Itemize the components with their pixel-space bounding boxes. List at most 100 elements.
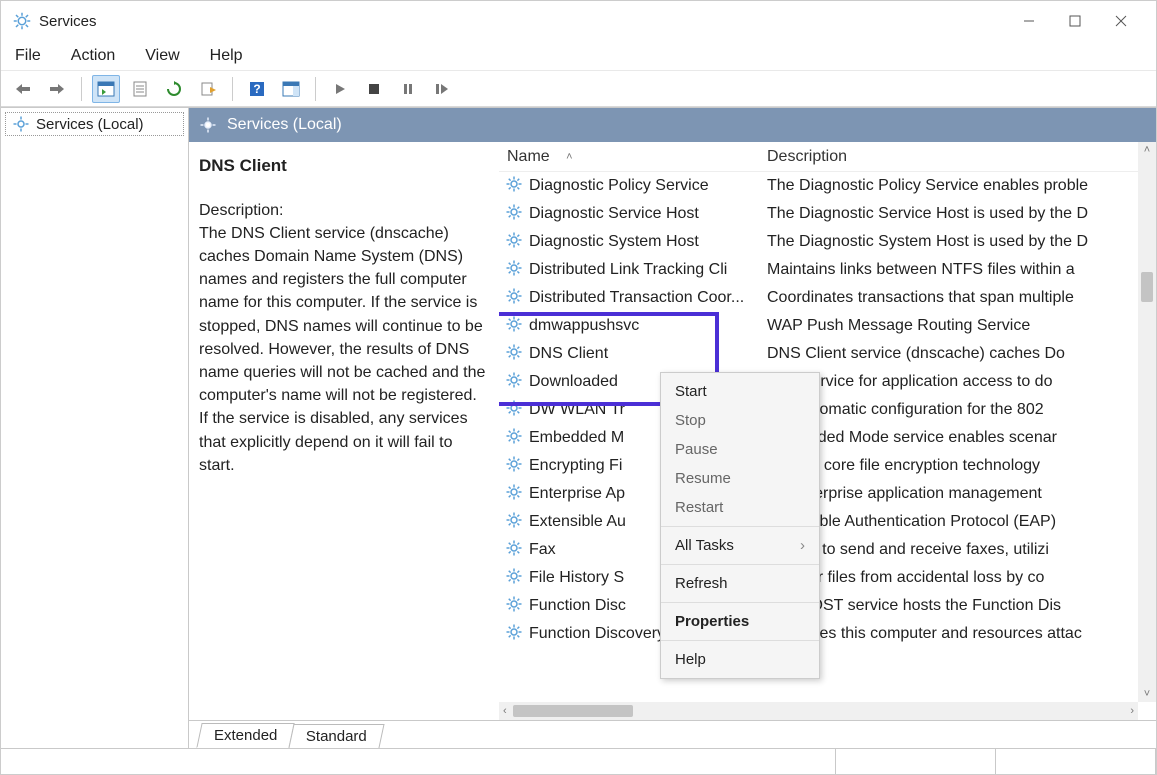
ctx-stop[interactable]: Stop (661, 406, 819, 435)
service-row[interactable]: Extensible AuExtensible Authentication P… (499, 508, 1156, 536)
panel-header-title: Services (Local) (227, 116, 342, 134)
gear-icon (505, 427, 523, 450)
tab-extended[interactable]: Extended (196, 723, 295, 748)
service-row[interactable]: Diagnostic System HostThe Diagnostic Sys… (499, 228, 1156, 256)
tree-item-services-local[interactable]: Services (Local) (5, 112, 184, 136)
toolbar: ? (1, 71, 1156, 107)
service-name: Downloaded (529, 373, 618, 391)
service-name: Fax (529, 541, 556, 559)
service-row[interactable]: Diagnostic Service HostThe Diagnostic Se… (499, 200, 1156, 228)
close-button[interactable] (1098, 6, 1144, 36)
service-row[interactable]: Faxles you to send and receive faxes, ut… (499, 536, 1156, 564)
tab-standard[interactable]: Standard (289, 724, 385, 748)
scroll-down-icon[interactable]: ˅ (1144, 688, 1150, 700)
service-row[interactable]: Function Discovery Resourc...Publishes t… (499, 620, 1156, 648)
panel-header: Services (Local) (189, 108, 1156, 142)
service-description: The Diagnostic Service Host is used by t… (759, 205, 1156, 223)
service-row[interactable]: Function DiscFDPHOST service hosts the F… (499, 592, 1156, 620)
service-row[interactable]: Encrypting Fides the core file encryptio… (499, 452, 1156, 480)
ctx-restart[interactable]: Restart (661, 493, 819, 522)
context-menu: Start Stop Pause Resume Restart All Task… (660, 372, 820, 679)
scroll-left-icon[interactable]: ‹ (503, 705, 507, 717)
service-row[interactable]: Distributed Transaction Coor...Coordinat… (499, 284, 1156, 312)
gear-icon (505, 455, 523, 478)
service-row[interactable]: Enterprise Aples enterprise application … (499, 480, 1156, 508)
properties-button[interactable] (126, 75, 154, 103)
service-row[interactable]: DW WLAN Trdes automatic configuration fo… (499, 396, 1156, 424)
ctx-resume[interactable]: Resume (661, 464, 819, 493)
gear-icon (12, 115, 30, 133)
service-row[interactable]: Diagnostic Policy ServiceThe Diagnostic … (499, 172, 1156, 200)
ctx-properties[interactable]: Properties (661, 607, 819, 636)
gear-icon (505, 259, 523, 282)
service-row[interactable]: Embedded MEmbedded Mode service enables … (499, 424, 1156, 452)
maximize-button[interactable] (1052, 6, 1098, 36)
stop-service-button[interactable] (360, 75, 388, 103)
service-name: DNS Client (529, 345, 608, 363)
menu-file[interactable]: File (11, 43, 45, 69)
scroll-thumb[interactable] (513, 705, 633, 717)
ctx-pause[interactable]: Pause (661, 435, 819, 464)
ctx-start[interactable]: Start (661, 377, 819, 406)
svg-text:?: ? (253, 82, 260, 96)
rows-container[interactable]: Diagnostic Policy Service The Diagnostic … (499, 172, 1156, 720)
restart-service-button[interactable] (428, 75, 456, 103)
action-pane-button[interactable] (277, 75, 305, 103)
ctx-help[interactable]: Help (661, 645, 819, 674)
column-name[interactable]: Name ˄ (499, 148, 759, 166)
show-hide-tree-button[interactable] (92, 75, 120, 103)
column-description[interactable]: Description (759, 148, 1156, 166)
service-name: dmwappushsvc (529, 317, 639, 335)
service-row[interactable]: File History Scts user files from accide… (499, 564, 1156, 592)
statusbar (1, 748, 1156, 774)
menu-action[interactable]: Action (67, 43, 119, 69)
service-row[interactable]: DNS ClientDNS Client service (dnscache) … (499, 340, 1156, 368)
service-name: Enterprise Ap (529, 485, 625, 503)
menubar: File Action View Help (1, 41, 1156, 71)
gear-icon (505, 371, 523, 394)
service-row[interactable]: dmwappushsvcWAP Push Message Routing Ser… (499, 312, 1156, 340)
console-tree[interactable]: Services (Local) (1, 108, 189, 748)
service-name: Distributed Transaction Coor... (529, 289, 744, 307)
main-split: Services (Local) Services (Local) DNS Cl… (1, 107, 1156, 748)
gear-icon (505, 567, 523, 590)
column-headers[interactable]: Name ˄ Description (499, 142, 1156, 172)
ctx-refresh[interactable]: Refresh (661, 569, 819, 598)
window-title: Services (39, 13, 97, 30)
start-service-button[interactable] (326, 75, 354, 103)
service-name: Distributed Link Tracking Cli (529, 261, 727, 279)
services-list: Name ˄ Description Diagnostic Policy Ser… (499, 142, 1156, 720)
pause-service-button[interactable] (394, 75, 422, 103)
service-name: Encrypting Fi (529, 457, 622, 475)
service-name: Embedded M (529, 429, 624, 447)
menu-help[interactable]: Help (206, 43, 247, 69)
scroll-right-icon[interactable]: › (1130, 705, 1134, 717)
back-button[interactable] (9, 75, 37, 103)
horizontal-scrollbar[interactable]: ‹ › (499, 702, 1138, 720)
help-button[interactable]: ? (243, 75, 271, 103)
scroll-up-icon[interactable]: ˄ (1144, 144, 1150, 156)
service-row[interactable]: Downloadedlows service for application a… (499, 368, 1156, 396)
gear-icon (505, 231, 523, 254)
submenu-arrow-icon: › (800, 537, 805, 554)
service-name: Extensible Au (529, 513, 626, 531)
export-list-button[interactable] (194, 75, 222, 103)
forward-button[interactable] (43, 75, 71, 103)
gear-icon (505, 483, 523, 506)
gear-icon (505, 287, 523, 310)
titlebar: Services (1, 1, 1156, 41)
ctx-all-tasks[interactable]: All Tasks› (661, 531, 819, 560)
tree-item-label: Services (Local) (36, 116, 144, 133)
gear-icon (505, 623, 523, 646)
vertical-scrollbar[interactable]: ˄ ˅ (1138, 142, 1156, 702)
refresh-button[interactable] (160, 75, 188, 103)
service-row[interactable]: Distributed Link Tracking CliMaintains l… (499, 256, 1156, 284)
gear-icon (505, 539, 523, 562)
service-name: Diagnostic Policy Service (529, 177, 709, 195)
menu-view[interactable]: View (141, 43, 183, 69)
service-name: File History S (529, 569, 624, 587)
gear-icon (505, 595, 523, 618)
gear-icon (505, 511, 523, 534)
scroll-thumb[interactable] (1141, 272, 1153, 302)
minimize-button[interactable] (1006, 6, 1052, 36)
